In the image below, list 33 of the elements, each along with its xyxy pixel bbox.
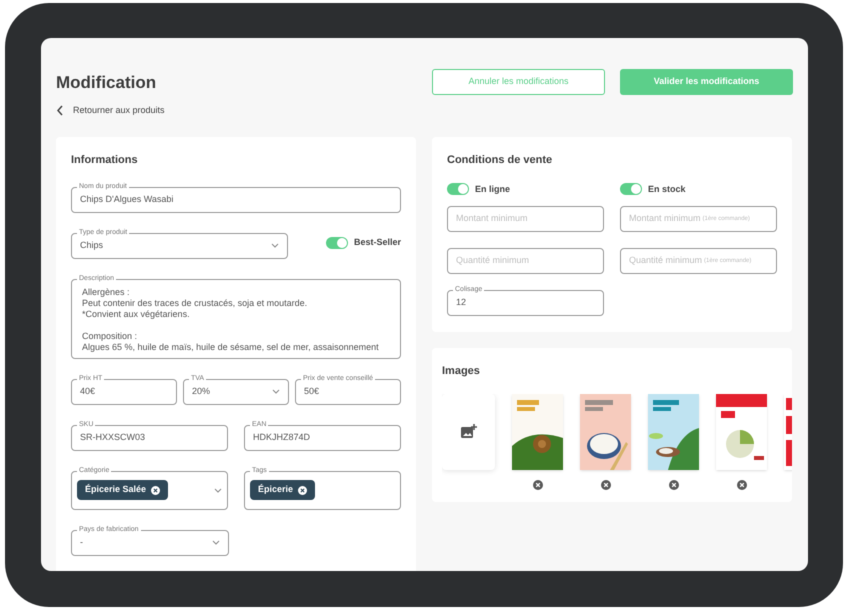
chip-text: Épicerie Salée xyxy=(85,483,146,496)
card-title: Images xyxy=(442,364,481,379)
chevron-down-icon xyxy=(212,540,220,545)
toggle-label: En stock xyxy=(648,182,686,196)
remove-icon[interactable] xyxy=(532,480,542,490)
chevron-down-icon xyxy=(214,488,222,492)
description-line: Peut contenir des traces de crustacés, soja et moutarde. xyxy=(82,298,308,308)
card-title: Informations xyxy=(71,153,139,168)
add-image-icon xyxy=(460,424,476,439)
toggle-switch[interactable] xyxy=(447,183,469,196)
toggle-switch[interactable] xyxy=(326,237,348,249)
chip-text: Épicerie xyxy=(258,483,294,496)
placeholder-text: Montant minimum xyxy=(456,212,528,226)
description-line: *Convient aux végétariens. xyxy=(82,308,191,320)
chevron-down-icon xyxy=(272,389,280,394)
toggle-switch[interactable] xyxy=(620,183,642,196)
description-line: Allergènes : xyxy=(82,286,131,298)
remove-icon[interactable] xyxy=(668,480,678,490)
placeholder-text: Quantité minimum xyxy=(629,254,702,268)
back-link[interactable]: Retourner aux produits xyxy=(73,104,165,117)
chevron-down-icon xyxy=(271,243,279,248)
description-line: Algues 65 %, huile de maïs, huile de sésame, sel de mer, assaisonnement xyxy=(82,342,380,352)
toggle-label: Best-Seller xyxy=(354,236,401,250)
placeholder-text: Quantité minimum xyxy=(456,254,530,268)
placeholder-text: Montant minimum xyxy=(629,212,701,226)
remove-icon[interactable] xyxy=(151,486,160,494)
remove-icon[interactable] xyxy=(736,480,746,490)
page-title: Modification xyxy=(56,72,156,94)
toggle-label: En ligne xyxy=(475,182,510,196)
remove-icon[interactable] xyxy=(600,480,610,490)
remove-icon[interactable] xyxy=(298,486,308,494)
card-title: Conditions de vente xyxy=(447,153,554,168)
description-line: Composition : xyxy=(82,330,138,342)
